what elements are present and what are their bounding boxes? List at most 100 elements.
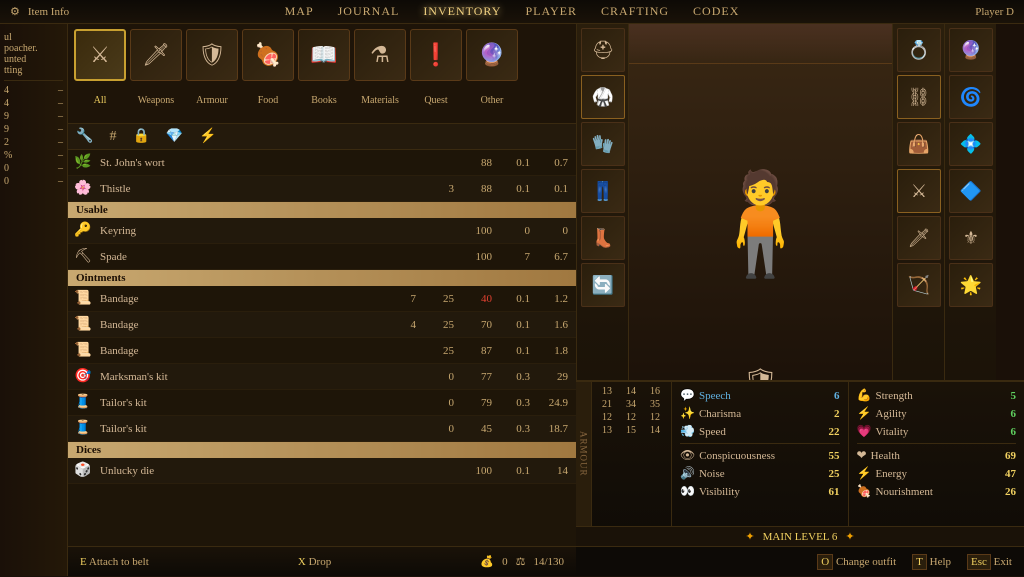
list-item[interactable]: ⛏Spade10076.7	[68, 244, 576, 270]
filter-icon-5[interactable]: ⚡	[199, 128, 216, 145]
slot-extra2[interactable]: 🏹	[897, 263, 941, 307]
stat-strength: 💪 Strength 5	[857, 388, 1017, 403]
tab-materials[interactable]: ⚗	[354, 29, 406, 81]
gold-weight-display: 💰 0 ⚖ 14/130	[480, 555, 564, 568]
slot-r6[interactable]: 🌟	[949, 263, 993, 307]
tab-label-all[interactable]: All	[74, 95, 126, 106]
item-name: Tailor's kit	[100, 423, 420, 435]
nav-codex[interactable]: CODEX	[693, 4, 739, 19]
filter-icon-3[interactable]: 🔒	[132, 128, 149, 145]
tab-weapons[interactable]: 🗡	[130, 29, 182, 81]
item-col: 0.1	[496, 157, 534, 169]
list-item[interactable]: 📜Bandage425700.11.6	[68, 312, 576, 338]
nav-journal[interactable]: JOURNAL	[338, 4, 400, 19]
tab-label-other[interactable]: Other	[466, 95, 518, 106]
equip-slots-far-right: 🔮 🌀 💠 🔷 ⚜ 🌟	[944, 24, 996, 404]
item-icon: 🎯	[72, 366, 94, 388]
item-col: 77	[458, 371, 496, 383]
slot-r3[interactable]: 💠	[949, 122, 993, 166]
item-name: Bandage	[100, 319, 382, 331]
item-col: 88	[458, 183, 496, 195]
slot-body[interactable]: 🥋	[581, 75, 625, 119]
nav-crafting[interactable]: CRAFTING	[601, 4, 669, 19]
help-button[interactable]: T Help	[912, 556, 951, 568]
slot-weapon-l[interactable]: 🗡	[897, 216, 941, 260]
item-col: 25	[420, 345, 458, 357]
category-header: Dices	[68, 442, 576, 458]
drop-button[interactable]: X Drop	[298, 556, 331, 568]
slot-ring1[interactable]: 💍	[897, 28, 941, 72]
tab-label-materials[interactable]: Materials	[354, 95, 406, 106]
item-name: Bandage	[100, 345, 382, 357]
nav-player[interactable]: PLAYER	[525, 4, 577, 19]
tab-food[interactable]: 🍖	[242, 29, 294, 81]
agility-icon: ⚡	[857, 406, 872, 421]
tab-label-weapons[interactable]: Weapons	[130, 95, 182, 106]
item-col: 24.9	[534, 397, 572, 409]
topbar: ⚙ Item Info MAP JOURNAL INVENTORY PLAYER…	[0, 0, 1024, 24]
list-item[interactable]: 📜Bandage25870.11.8	[68, 338, 576, 364]
change-outfit-button[interactable]: O Change outfit	[817, 556, 896, 568]
list-item[interactable]: 🎲Unlucky die1000.114	[68, 458, 576, 484]
slot-r2[interactable]: 🌀	[949, 75, 993, 119]
filter-icon-1[interactable]: 🔧	[76, 128, 93, 145]
list-item[interactable]: 🔑Keyring10000	[68, 218, 576, 244]
tab-all[interactable]: ⚔	[74, 29, 126, 81]
slot-r4[interactable]: 🔷	[949, 169, 993, 213]
stat-health: ❤ Health 69	[857, 448, 1017, 463]
tab-quest[interactable]: ❗	[410, 29, 462, 81]
nav-map[interactable]: MAP	[285, 4, 314, 19]
tab-label-armour[interactable]: Armour	[186, 95, 238, 106]
item-icon: 🎲	[72, 460, 94, 482]
slot-r5[interactable]: ⚜	[949, 216, 993, 260]
slot-weapon-r[interactable]: ⚔	[897, 169, 941, 213]
item-col: 79	[458, 397, 496, 409]
category-tabs: ⚔ 🗡 🛡 🍖 📖 ⚗ ❗ 🔮 All Weapons Armour Food …	[68, 24, 576, 124]
inventory-list[interactable]: 🌿St. John's wort880.10.7🌸Thistle3880.10.…	[68, 150, 576, 546]
tab-other[interactable]: 🔮	[466, 29, 518, 81]
tab-label-books[interactable]: Books	[298, 95, 350, 106]
attach-belt-button[interactable]: E Attach to belt	[80, 556, 149, 568]
item-info-label: ⚙ Item Info	[10, 5, 69, 18]
nav-inventory[interactable]: INVENTORY	[423, 4, 501, 19]
stat-noise: 🔊 Noise 25	[680, 466, 840, 481]
slot-boots[interactable]: 👢	[581, 216, 625, 260]
item-col: 1.6	[534, 319, 572, 331]
character-model: 🧍	[698, 166, 823, 283]
filter-icon-2[interactable]: #	[109, 129, 116, 145]
item-col: 0.3	[496, 371, 534, 383]
item-col: 0	[420, 397, 458, 409]
item-col: 100	[458, 465, 496, 477]
left-stat-5: 2–	[4, 137, 63, 148]
exit-button[interactable]: Esc Exit	[967, 556, 1012, 568]
list-item[interactable]: 🧵Tailor's kit0450.318.7	[68, 416, 576, 442]
tab-label-food[interactable]: Food	[242, 95, 294, 106]
slot-bag[interactable]: 👜	[897, 122, 941, 166]
slot-extra1[interactable]: 🔄	[581, 263, 625, 307]
list-item[interactable]: 🧵Tailor's kit0790.324.9	[68, 390, 576, 416]
item-col: 0	[534, 225, 572, 237]
slot-hands[interactable]: 🧤	[581, 122, 625, 166]
slot-helmet[interactable]: ⛑	[581, 28, 625, 72]
slot-legs[interactable]: 👖	[581, 169, 625, 213]
item-col: 0.3	[496, 423, 534, 435]
item-col: 3	[420, 183, 458, 195]
stat-visibility: 👀 Visibility 61	[680, 484, 840, 499]
item-col: 87	[458, 345, 496, 357]
item-icon: 🔑	[72, 220, 94, 242]
list-item[interactable]: 📜Bandage725400.11.2	[68, 286, 576, 312]
filter-icon-4[interactable]: 💎	[166, 128, 183, 145]
list-item[interactable]: 🎯Marksman's kit0770.329	[68, 364, 576, 390]
list-item[interactable]: 🌿St. John's wort880.10.7	[68, 150, 576, 176]
noise-icon: 🔊	[680, 466, 695, 481]
tab-label-quest[interactable]: Quest	[410, 95, 462, 106]
item-name: St. John's wort	[100, 157, 420, 169]
tab-armour[interactable]: 🛡	[186, 29, 238, 81]
slot-chain[interactable]: ⛓	[897, 75, 941, 119]
list-item[interactable]: 🌸Thistle3880.10.1	[68, 176, 576, 202]
item-col: 29	[534, 371, 572, 383]
item-info-text: ulpoacher.untedtting	[4, 32, 63, 76]
tab-books[interactable]: 📖	[298, 29, 350, 81]
slot-r1[interactable]: 🔮	[949, 28, 993, 72]
item-col: 0.1	[496, 345, 534, 357]
